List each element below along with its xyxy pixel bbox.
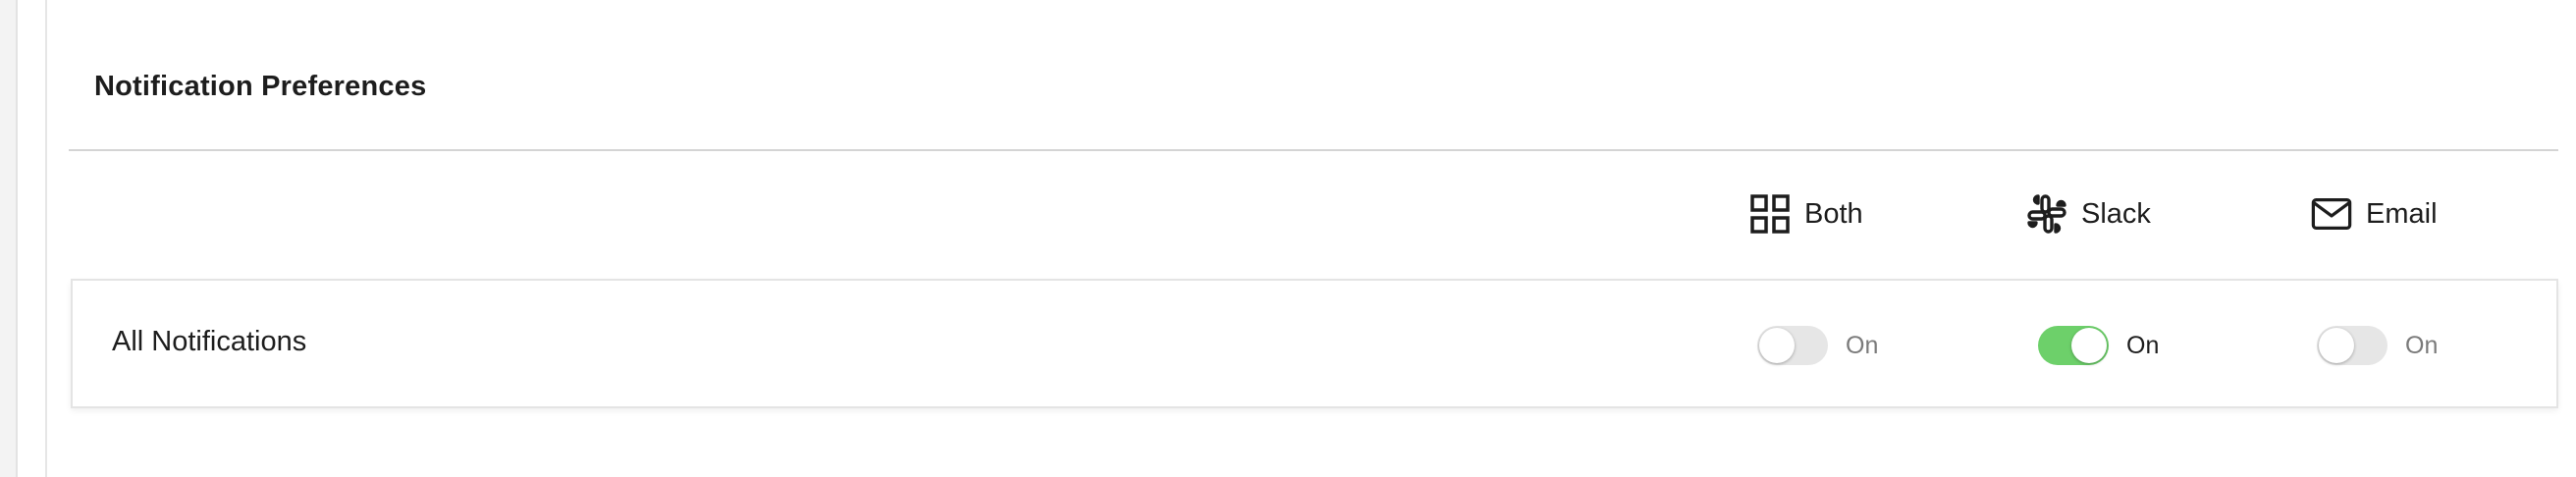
content-border <box>45 0 47 477</box>
notification-row-all: All Notifications On On On <box>71 279 2558 408</box>
notification-preferences-card: Notification Preferences Both Slack Emai… <box>69 0 2558 477</box>
toggle-slack[interactable] <box>2038 326 2109 365</box>
toggle-both-wrap: On <box>1757 326 1878 365</box>
toggle-both-label: On <box>1846 331 1879 359</box>
column-header-slack: Slack <box>2026 192 2151 236</box>
toggle-both[interactable] <box>1757 326 1828 365</box>
section-title: Notification Preferences <box>94 71 427 102</box>
column-header-both: Both <box>1749 192 1863 236</box>
toggle-email-label: On <box>2405 331 2439 359</box>
toggle-email[interactable] <box>2317 326 2388 365</box>
column-label-email: Email <box>2366 197 2438 230</box>
toggle-slack-wrap: On <box>2038 326 2159 365</box>
toggle-slack-label: On <box>2126 331 2160 359</box>
mail-icon <box>2311 193 2352 235</box>
toggle-knob <box>1759 328 1795 363</box>
column-label-slack: Slack <box>2081 197 2151 230</box>
toggle-knob <box>2071 328 2107 363</box>
card-header: Notification Preferences <box>69 0 2558 151</box>
grid-icon <box>1749 193 1791 235</box>
slack-icon <box>2026 193 2067 235</box>
column-header-email: Email <box>2311 192 2438 236</box>
toggle-knob <box>2319 328 2354 363</box>
row-label: All Notifications <box>112 326 307 357</box>
column-label-both: Both <box>1804 197 1863 230</box>
toggle-email-wrap: On <box>2317 326 2438 365</box>
